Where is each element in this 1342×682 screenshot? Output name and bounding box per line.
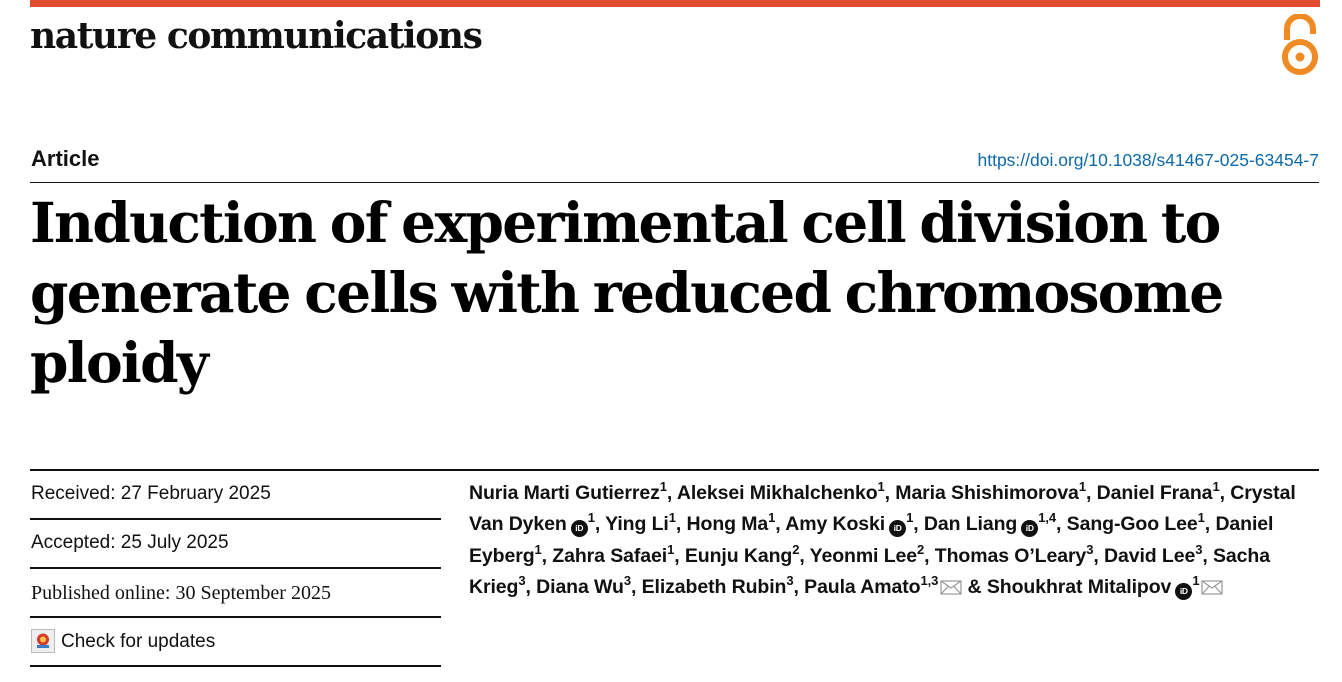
check-for-updates-link[interactable]: Check for updates (61, 629, 215, 655)
affiliation-marker: 3 (623, 573, 631, 589)
meta-rule-3 (30, 616, 441, 618)
author-entry[interactable]: Thomas O’Leary3 (935, 541, 1094, 567)
author-name[interactable]: Zahra Safaei (552, 545, 667, 567)
meta-rule-4 (30, 665, 441, 667)
envelope-icon[interactable] (940, 580, 962, 595)
published-date: Published online: 30 September 2025 (31, 582, 331, 604)
author-name[interactable]: Elizabeth Rubin (642, 576, 787, 598)
author-name[interactable]: Diana Wu (536, 576, 624, 598)
author-entry[interactable]: Shoukhrat Mitalipov iD1 (987, 573, 1224, 601)
affiliation-marker: 1,3 (920, 573, 939, 589)
envelope-icon[interactable] (1201, 580, 1224, 595)
author-name[interactable]: Shoukhrat Mitalipov (987, 576, 1172, 598)
author-name[interactable]: Eunju Kang (685, 545, 792, 567)
brand-bar (30, 0, 1320, 7)
author-name[interactable]: Thomas O’Leary (935, 545, 1087, 567)
author-entry[interactable]: Hong Ma1 (687, 510, 776, 535)
author-name[interactable]: Paula Amato (804, 576, 920, 598)
affiliation-marker: 1 (906, 510, 914, 526)
author-entry[interactable]: Sang-Goo Lee1 (1067, 510, 1205, 535)
affiliation-marker: 1 (1212, 479, 1220, 494)
doi-link[interactable]: https://doi.org/10.1038/s41467-025-63454… (977, 147, 1319, 173)
open-access-icon (1282, 14, 1318, 75)
author-entry[interactable]: Yeonmi Lee2 (810, 541, 925, 567)
article-title: Induction of experimental cell division … (30, 190, 1224, 395)
author-name[interactable]: Yeonmi Lee (810, 545, 917, 567)
meta-rule-1 (30, 518, 441, 520)
author-entry[interactable]: Daniel Frana1 (1097, 479, 1220, 504)
affiliation-marker: 1 (659, 479, 667, 494)
affiliation-marker: 3 (518, 573, 526, 589)
author-name[interactable]: Nuria Marti Gutierrez (469, 482, 660, 504)
author-entry[interactable]: Zahra Safaei1 (552, 541, 675, 567)
author-name[interactable]: Dan Liang (924, 513, 1017, 535)
orcid-icon[interactable]: iD (570, 520, 588, 538)
author-entry[interactable]: Elizabeth Rubin3 (642, 573, 794, 598)
header-divider (30, 182, 1319, 183)
author-entry[interactable]: David Lee3 (1104, 541, 1203, 567)
meta-rule-2 (30, 567, 441, 569)
affiliation-marker: 1 (768, 510, 776, 526)
affiliation-marker: 1 (587, 510, 595, 526)
author-name[interactable]: Daniel Frana (1097, 482, 1213, 504)
orcid-icon[interactable]: iD (889, 520, 907, 538)
affiliation-marker: 2 (917, 541, 925, 557)
author-name[interactable]: Hong Ma (687, 513, 769, 535)
author-name[interactable]: Ying Li (605, 513, 669, 535)
author-name[interactable]: David Lee (1104, 545, 1195, 567)
author-name[interactable]: Maria Shishimorova (895, 482, 1079, 504)
author-entry[interactable]: Nuria Marti Gutierrez1 (469, 479, 667, 504)
author-list: Nuria Marti Gutierrez1, Aleksei Mikhalch… (469, 479, 1296, 601)
affiliation-marker: 1 (667, 541, 675, 557)
orcid-icon[interactable]: iD (1021, 520, 1039, 538)
author-entry[interactable]: Dan Liang iD1,4 (924, 510, 1057, 538)
orcid-icon[interactable]: iD (1175, 583, 1193, 601)
author-name[interactable]: Amy Koski (785, 513, 885, 535)
affiliation-marker: 1 (1192, 573, 1200, 589)
crossmark-icon[interactable] (31, 629, 55, 653)
meta-divider (30, 469, 1319, 471)
author-entry[interactable]: Paula Amato1,3 (804, 573, 962, 598)
affiliation-marker: 1,4 (1038, 510, 1057, 526)
affiliation-marker: 1 (534, 541, 542, 557)
author-entry[interactable]: Amy Koski iD1 (785, 510, 914, 538)
affiliation-marker: 1 (1197, 510, 1205, 526)
affiliation-marker: 1 (668, 510, 676, 526)
author-entry[interactable]: Ying Li1 (605, 510, 676, 535)
author-name[interactable]: Sang-Goo Lee (1067, 513, 1198, 535)
affiliation-marker: 1 (1078, 479, 1086, 494)
article-type: Article (31, 146, 100, 171)
affiliation-marker: 1 (877, 479, 885, 494)
received-date: Received: 27 February 2025 (31, 483, 271, 504)
author-entry[interactable]: Aleksei Mikhalchenko1 (677, 479, 885, 504)
author-entry[interactable]: Diana Wu3 (536, 573, 631, 598)
author-entry[interactable]: Maria Shishimorova1 (895, 479, 1086, 504)
author-name[interactable]: Aleksei Mikhalchenko (677, 482, 878, 504)
affiliation-marker: 3 (1086, 541, 1094, 557)
affiliation-marker: 3 (1195, 541, 1203, 557)
affiliation-marker: 3 (786, 573, 794, 589)
affiliation-marker: 2 (792, 541, 800, 557)
author-entry[interactable]: Eunju Kang2 (685, 541, 800, 567)
accepted-date: Accepted: 25 July 2025 (31, 532, 229, 553)
journal-name[interactable]: nature communications (30, 12, 483, 60)
